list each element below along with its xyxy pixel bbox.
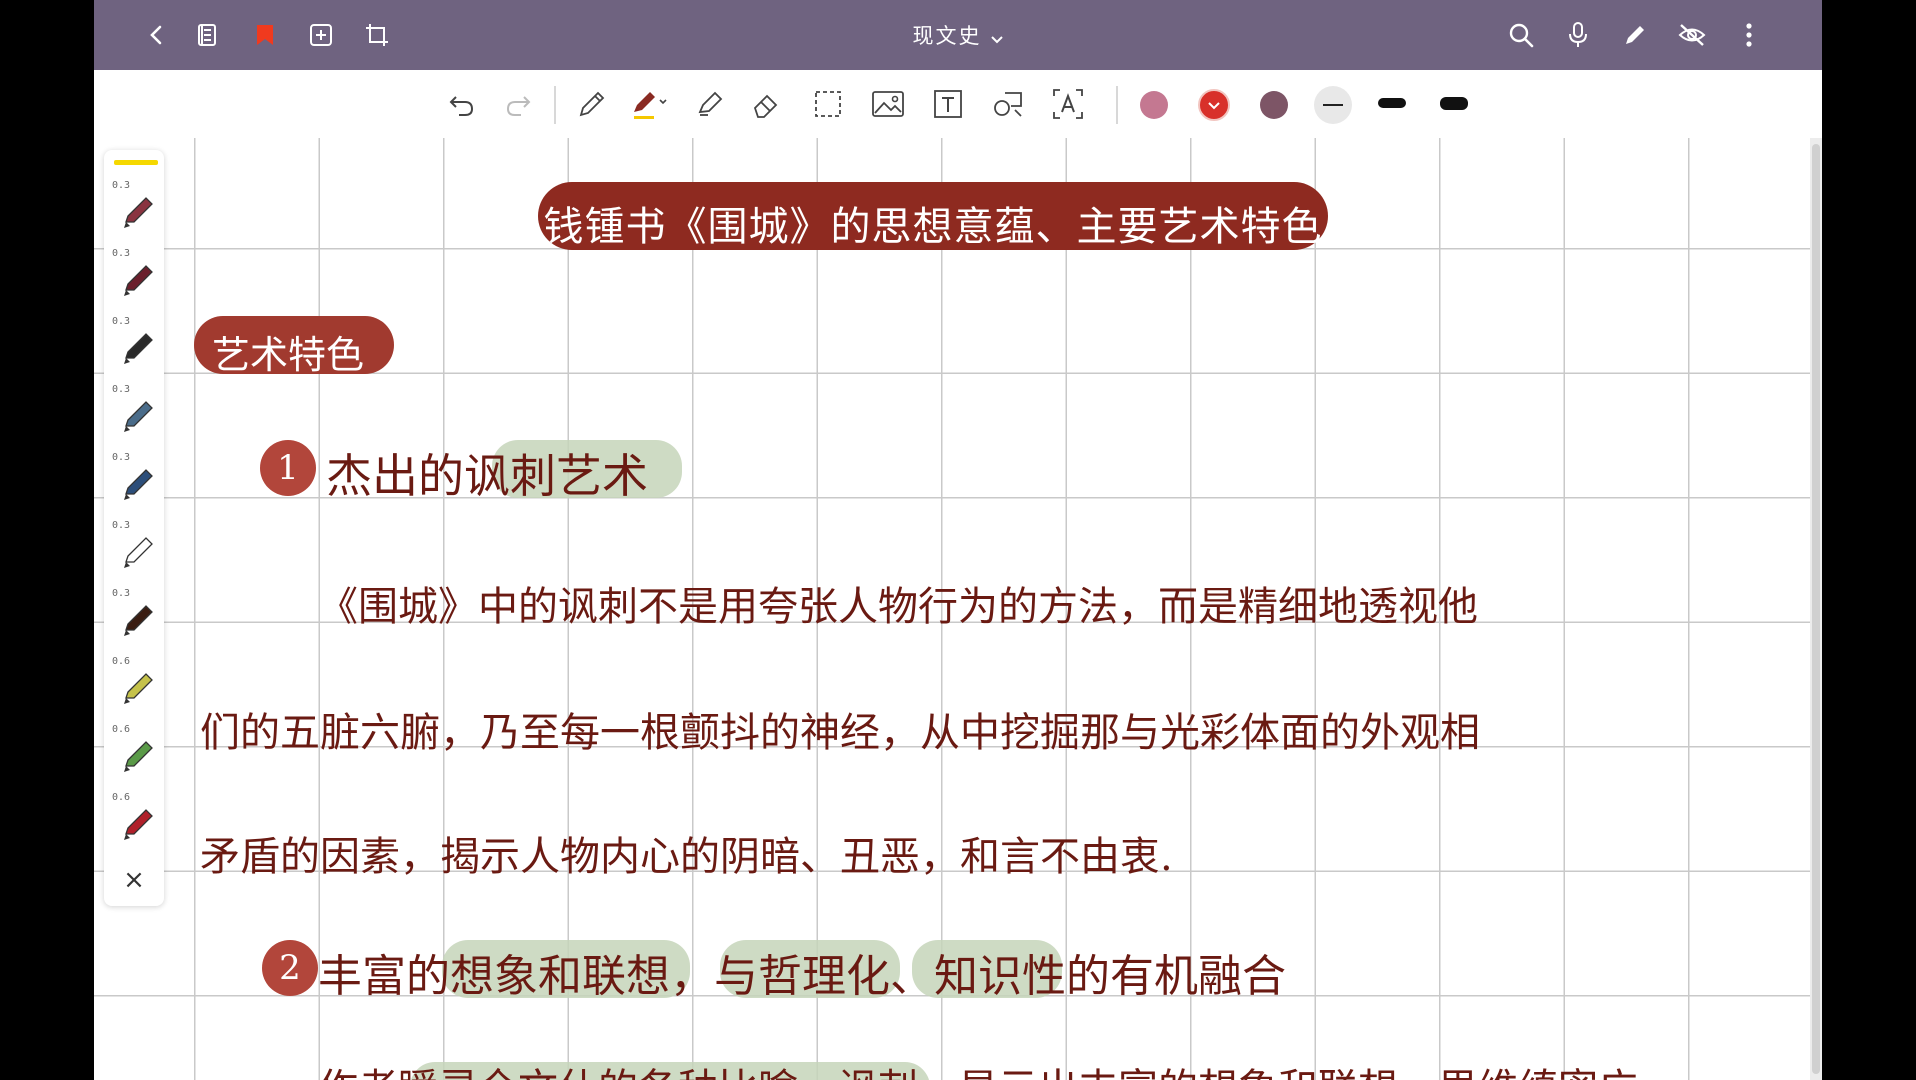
pen-icon [124, 401, 153, 432]
pen-size-label: 0.6 [112, 656, 131, 667]
palette-pen-7[interactable]: 0.3 [110, 588, 160, 648]
chevron-down-icon [990, 26, 1004, 50]
pen-size-label: 0.6 [112, 792, 131, 803]
palette-pen-2[interactable]: 0.3 [110, 248, 160, 308]
pen-size-label: 0.3 [112, 384, 131, 395]
paragraph-line: 矛盾的因素，揭示人物内心的阴暗、丑恶，和言不由衷. [200, 834, 1173, 880]
pen-size-label: 0.3 [112, 316, 131, 327]
palette-pen-5[interactable]: 0.3 [110, 452, 160, 512]
tool-bar [94, 70, 1822, 138]
width-thick[interactable] [1440, 97, 1468, 110]
pen-icon [124, 469, 153, 500]
palette-pen-8[interactable]: 0.6 [110, 656, 160, 716]
section-title: 艺术特色 [212, 333, 365, 377]
divider [554, 86, 556, 124]
section-tag: 艺术特色 [194, 316, 394, 377]
width-thin[interactable] [1314, 86, 1352, 124]
more-icon[interactable] [1728, 14, 1770, 56]
hide-icon[interactable] [1671, 14, 1713, 56]
pen-size-label: 0.3 [112, 520, 131, 531]
width-medium[interactable] [1378, 98, 1406, 108]
pen-icon [124, 605, 153, 636]
marker-icon[interactable] [690, 84, 730, 124]
highlighter-icon[interactable] [628, 84, 668, 124]
paragraph-line: 们的五脏六腑，乃至每一根颤抖的神经，从中挖掘那与光彩体面的外观相 [200, 710, 1480, 756]
image-icon[interactable] [868, 84, 908, 124]
pen-icon [124, 333, 153, 364]
text-icon[interactable] [928, 84, 968, 124]
current-color-bar [114, 160, 158, 165]
pen-size-label: 0.6 [112, 724, 131, 735]
microphone-icon[interactable] [1557, 14, 1599, 56]
color-swatch[interactable] [1260, 91, 1288, 119]
check-icon [1208, 102, 1220, 110]
pen-icon [124, 673, 153, 704]
notes-app: 现文史 0.3 0.3 0.3 0.3 0.3 0.3 0.3 0.6 0.6 … [94, 0, 1822, 1080]
pen-size-label: 0.3 [112, 180, 131, 191]
color-swatch-selected[interactable] [1198, 89, 1230, 121]
pen-palette: 0.3 0.3 0.3 0.3 0.3 0.3 0.3 0.6 0.6 0.6 × [104, 150, 164, 906]
close-icon[interactable]: × [120, 866, 148, 894]
eraser-icon[interactable] [746, 84, 786, 124]
palette-pen-6[interactable]: 0.3 [110, 520, 160, 580]
pen-icon[interactable] [1614, 14, 1656, 56]
point-heading: 杰出的讽刺艺术 [326, 449, 648, 503]
search-icon[interactable] [1500, 14, 1542, 56]
palette-pen-3[interactable]: 0.3 [110, 316, 160, 376]
scrollbar-thumb[interactable] [1812, 144, 1820, 1074]
palette-pen-9[interactable]: 0.6 [110, 724, 160, 784]
ocr-icon[interactable] [1048, 84, 1088, 124]
note-title: 钱锺书《围城》的思想意蕴、主要艺术特色 [543, 204, 1323, 250]
palette-pen-1[interactable]: 0.3 [110, 180, 160, 240]
palette-pen-4[interactable]: 0.3 [110, 384, 160, 444]
pen-size-label: 0.3 [112, 588, 131, 599]
paragraph-line: 《围城》中的讽刺不是用夸张人物行为的方法，而是精细地透视他 [318, 584, 1478, 630]
pen-size-label: 0.3 [112, 452, 131, 463]
palette-pen-10[interactable]: 0.6 [110, 792, 160, 852]
point-number-badge: 1 [260, 440, 316, 496]
paragraph-line: 作者瞬灵全文仕的各种比喻、讽刺，显示出丰富的想象和联想，思维缜密广 [318, 1056, 1638, 1080]
pen-icon [124, 265, 153, 296]
lasso-icon[interactable] [808, 84, 848, 124]
top-bar: 现文史 [94, 0, 1822, 70]
pen-icon [124, 809, 153, 840]
pen-tool-icon[interactable] [572, 84, 612, 124]
pen-icon [124, 741, 153, 772]
divider [1116, 86, 1118, 124]
pen-icon [124, 197, 153, 228]
pen-icon [124, 537, 153, 568]
note-title-banner: 钱锺书《围城》的思想意蕴、主要艺术特色 [538, 182, 1328, 250]
color-swatch[interactable] [1140, 91, 1168, 119]
shape-icon[interactable] [988, 84, 1028, 124]
scrollbar[interactable] [1810, 138, 1822, 1080]
point-heading: 丰富的想象和联想，与哲理化、知识性的有机融合 [318, 951, 1286, 1002]
point-number-badge: 2 [262, 940, 318, 996]
redo-icon[interactable] [498, 84, 538, 124]
undo-icon[interactable] [442, 84, 482, 124]
pen-size-label: 0.3 [112, 248, 131, 259]
